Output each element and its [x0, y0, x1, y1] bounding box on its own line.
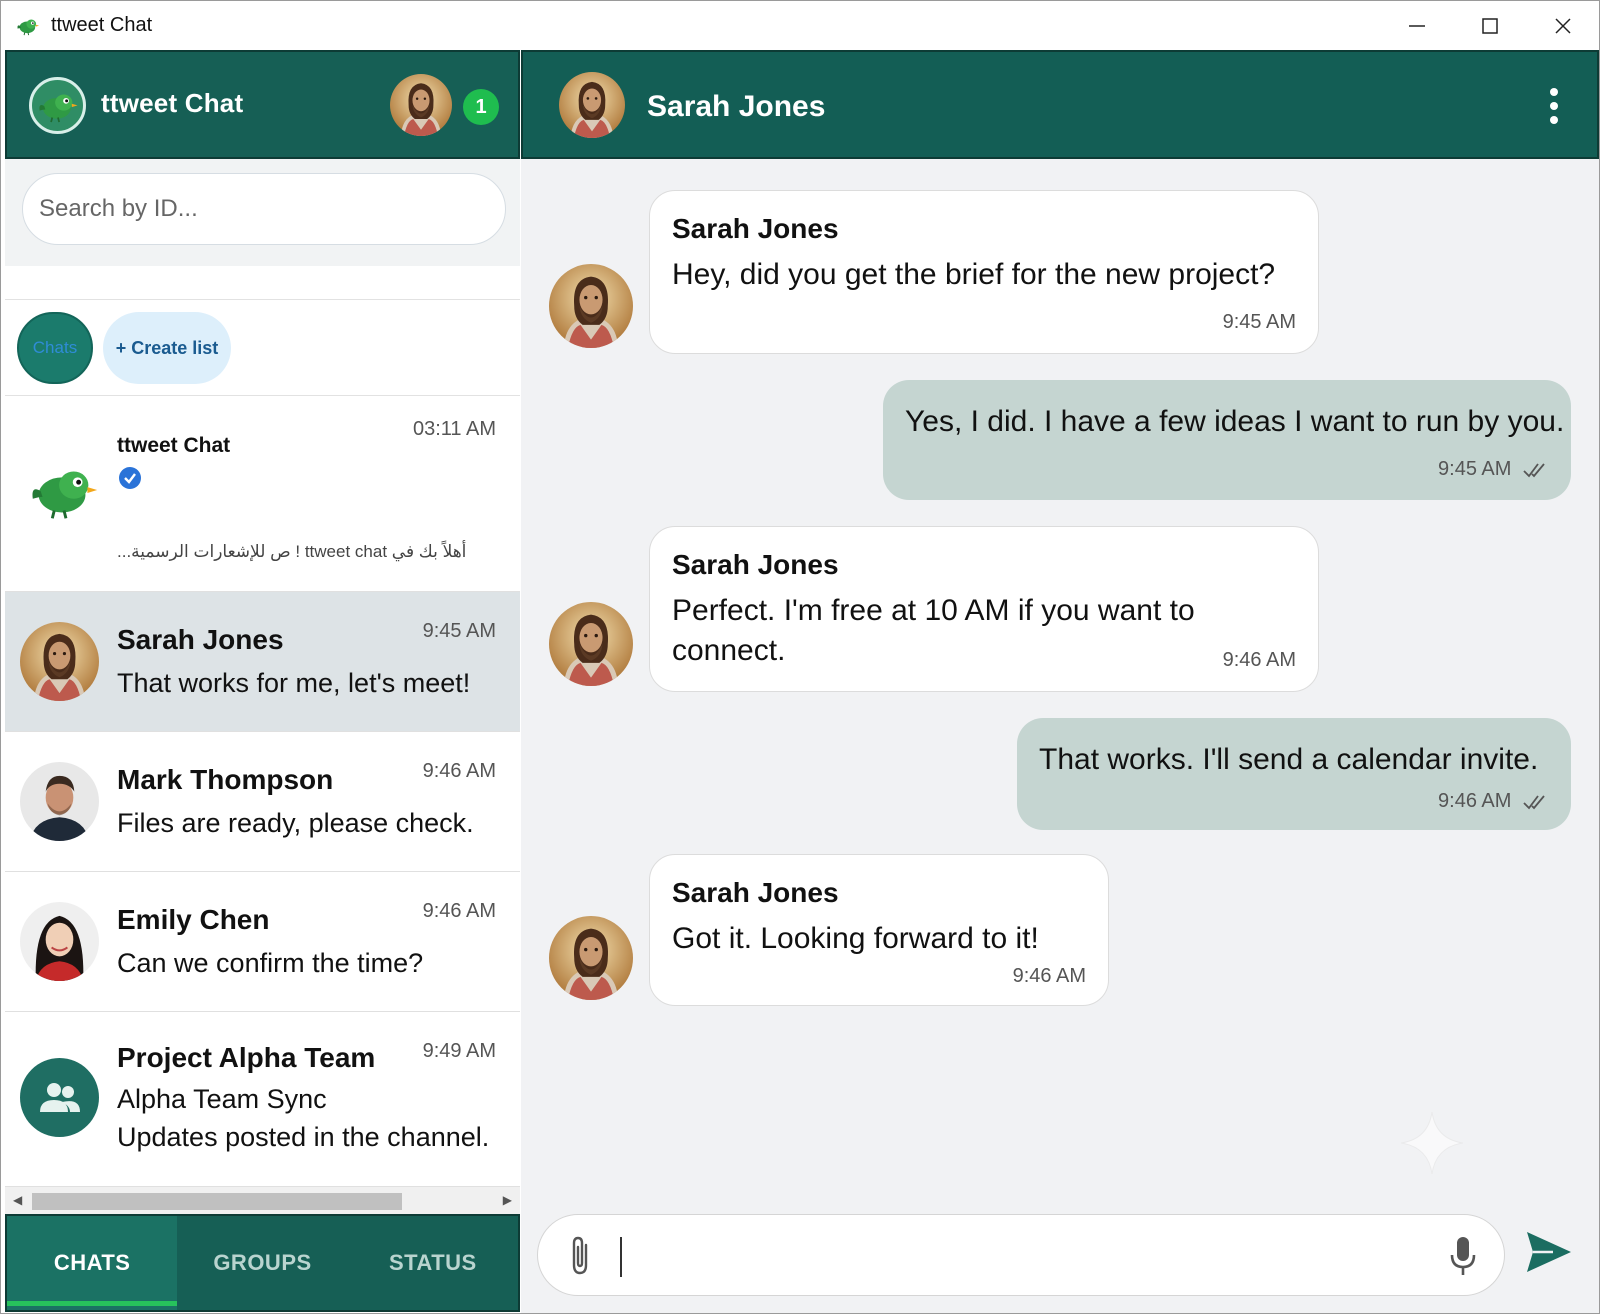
avatar: [20, 762, 99, 841]
horizontal-scrollbar[interactable]: ◀ ▶: [5, 1186, 520, 1214]
message-time: 9:45 AM: [1438, 458, 1512, 480]
tab-chats[interactable]: CHATS: [7, 1216, 178, 1310]
message-sender: Sarah Jones: [672, 549, 839, 580]
avatar: [20, 902, 99, 981]
scroll-right-icon[interactable]: ▶: [503, 1193, 512, 1207]
close-button[interactable]: [1526, 1, 1599, 51]
chat-name: ttweet Chat: [117, 434, 231, 457]
chat-item-sarah-jones[interactable]: Sarah Jones 9:45 AM That works for me, l…: [5, 592, 520, 732]
message-sender: Sarah Jones: [672, 877, 839, 908]
maximize-button[interactable]: [1453, 1, 1526, 51]
divider: [5, 266, 520, 300]
message-text: Hey, did you get the brief for the new p…: [672, 258, 1276, 291]
maximize-icon: [1481, 18, 1498, 34]
chat-name: Mark Thompson: [117, 764, 334, 795]
message-text-line1: Perfect. I'm free at 10 AM if you want t…: [672, 594, 1195, 627]
message-text: Got it. Looking forward to it!: [672, 922, 1039, 955]
chat-item-project-alpha-team[interactable]: Project Alpha Team 9:49 AM Alpha Team Sy…: [5, 1012, 520, 1186]
chat-time: 03:11 AM: [412, 418, 496, 440]
message-bubble-incoming: Sarah Jones Perfect. I'm free at 10 AM i…: [649, 526, 1319, 692]
filter-row: Chats + Create list: [5, 300, 520, 396]
contact-avatar[interactable]: [559, 72, 625, 138]
conversation-header: Sarah Jones: [521, 50, 1599, 159]
send-icon[interactable]: [1523, 1226, 1575, 1278]
kebab-menu-icon[interactable]: [1549, 88, 1559, 124]
chat-list: ttweet Chat 03:11 AM أهلاً بك في ttweet …: [5, 396, 520, 1186]
message-bubble-incoming: Sarah Jones Hey, did you get the brief f…: [649, 190, 1319, 354]
double-check-icon: [1523, 795, 1545, 810]
brand-name: ttweet Chat: [101, 88, 244, 118]
sidebar: ttweet Chat 1 Chats + Create list ttweet…: [0, 50, 521, 1314]
bottom-tabs: CHATS GROUPS STATUS: [5, 1214, 520, 1312]
message-time-row: 9:45 AM: [1438, 458, 1549, 481]
message-time: 9:46 AM: [1438, 790, 1512, 812]
message-text: Yes, I did. I have a few ideas I want to…: [905, 405, 1565, 438]
message-avatar: [549, 264, 633, 348]
close-icon: [1554, 18, 1571, 34]
chat-preview-line2: Updates posted in the channel.: [117, 1122, 490, 1152]
message-time-row: 9:46 AM: [1438, 790, 1549, 813]
double-check-icon: [1523, 463, 1545, 478]
scrollbar-thumb[interactable]: [32, 1193, 402, 1210]
message-time: 9:46 AM: [1012, 965, 1086, 987]
window-title: ttweet Chat: [51, 14, 153, 36]
tab-groups[interactable]: GROUPS: [177, 1216, 347, 1310]
sparkle-icon: [1400, 1111, 1464, 1175]
chat-preview: أهلاً بك في ttweet chat ! ص للإشعارات ال…: [117, 542, 467, 561]
chat-item-ttweet-chat[interactable]: ttweet Chat 03:11 AM أهلاً بك في ttweet …: [5, 396, 520, 592]
chat-preview: Files are ready, please check.: [117, 808, 474, 838]
message-bubble-outgoing: That works. I'll send a calendar invite.…: [1017, 718, 1571, 830]
message-time: 9:45 AM: [1222, 311, 1296, 333]
chat-name: Emily Chen: [117, 904, 270, 935]
sidebar-header: ttweet Chat 1: [5, 50, 520, 159]
message-bubble-outgoing: Yes, I did. I have a few ideas I want to…: [883, 380, 1571, 500]
message-avatar: [549, 916, 633, 1000]
paperclip-icon[interactable]: [562, 1235, 598, 1277]
group-icon: [39, 1082, 80, 1112]
minimize-icon: [1408, 25, 1425, 27]
message-composer: [537, 1214, 1505, 1296]
verified-icon: [119, 467, 141, 489]
chat-time: 9:45 AM: [422, 620, 496, 642]
brand-logo: [29, 77, 86, 134]
message-sender: Sarah Jones: [672, 213, 839, 244]
chat-item-emily-chen[interactable]: Emily Chen 9:46 AM Can we confirm the ti…: [5, 872, 520, 1012]
message-time: 9:46 AM: [1222, 649, 1296, 671]
message-input[interactable]: [624, 1227, 1404, 1285]
avatar: [20, 622, 99, 701]
bird-logo-icon: [35, 83, 81, 129]
filter-chip-chats[interactable]: Chats: [17, 312, 93, 384]
microphone-icon[interactable]: [1448, 1235, 1478, 1277]
tab-status[interactable]: STATUS: [348, 1216, 518, 1310]
avatar: [20, 1058, 99, 1137]
profile-avatar[interactable]: [390, 74, 452, 136]
notification-badge[interactable]: 1: [463, 89, 499, 125]
message-avatar: [549, 602, 633, 686]
chat-time: 9:49 AM: [422, 1040, 496, 1062]
chat-preview: That works for me, let's meet!: [117, 668, 471, 698]
window-titlebar: ttweet Chat: [0, 0, 1600, 50]
text-caret: [620, 1237, 622, 1277]
chat-time: 9:46 AM: [422, 760, 496, 782]
message-text: That works. I'll send a calendar invite.: [1039, 743, 1539, 776]
bird-logo-icon: [25, 452, 103, 530]
conversation-pane: Sarah Jones Sarah Jones Hey, did you get…: [521, 50, 1600, 1314]
create-list-button[interactable]: + Create list: [103, 312, 231, 384]
chat-preview-line1: Alpha Team Sync: [117, 1084, 327, 1114]
message-bubble-incoming: Sarah Jones Got it. Looking forward to i…: [649, 854, 1109, 1006]
contact-name: Sarah Jones: [647, 90, 826, 123]
chat-name: Project Alpha Team: [117, 1042, 376, 1073]
chat-name: Sarah Jones: [117, 624, 284, 655]
scroll-left-icon[interactable]: ◀: [13, 1193, 22, 1207]
chat-item-mark-thompson[interactable]: Mark Thompson 9:46 AM Files are ready, p…: [5, 732, 520, 872]
minimize-button[interactable]: [1380, 1, 1453, 51]
bird-logo-icon: [15, 13, 41, 39]
message-text-line2: connect.: [672, 634, 786, 667]
chat-preview: Can we confirm the time?: [117, 948, 424, 978]
chat-time: 9:46 AM: [422, 900, 496, 922]
search-input[interactable]: [22, 173, 506, 245]
